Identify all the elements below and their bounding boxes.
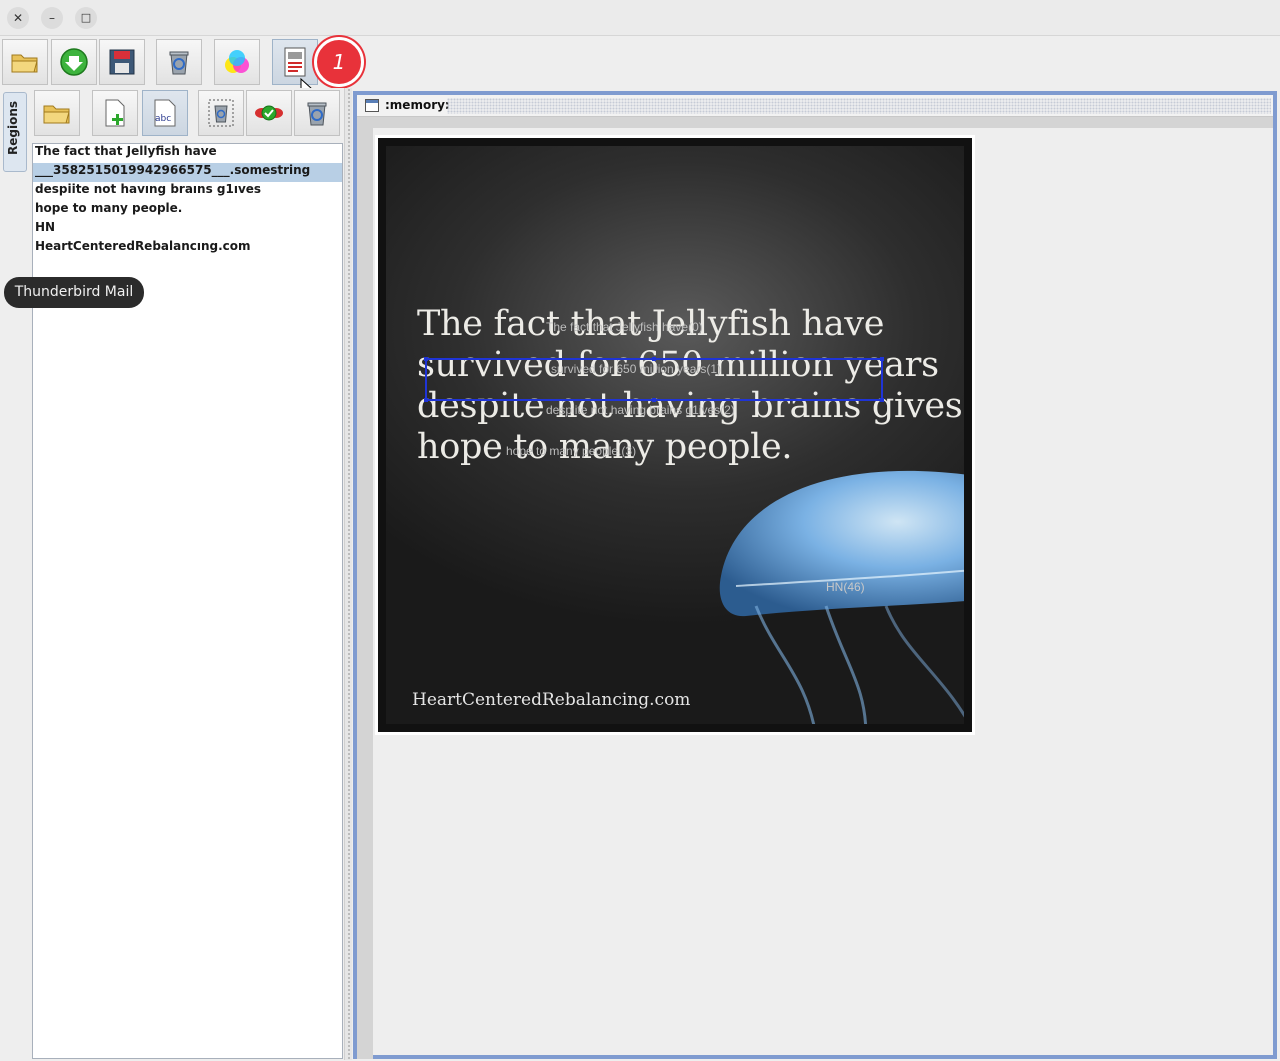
open-folder-icon bbox=[43, 105, 70, 124]
document-report-icon bbox=[284, 47, 306, 77]
document-title-bar: :memory: bbox=[357, 95, 1273, 117]
step-number: 1 bbox=[314, 37, 364, 87]
title-bar: ✕ – □ bbox=[0, 0, 1280, 36]
regions-open-button[interactable] bbox=[34, 90, 80, 136]
save-button[interactable] bbox=[99, 39, 145, 85]
clear-button[interactable] bbox=[156, 39, 202, 85]
regions-toolbar: abc bbox=[32, 88, 344, 140]
list-item[interactable]: HeartCenteredRebalancıng.com bbox=[33, 239, 342, 258]
window-icon bbox=[365, 99, 379, 112]
text-abc-icon: abc bbox=[154, 99, 176, 127]
recycle-icon bbox=[169, 51, 189, 75]
add-document-icon bbox=[105, 99, 125, 127]
download-icon bbox=[60, 48, 88, 76]
main-toolbar bbox=[0, 37, 1280, 87]
photo: The fact that Jellyfish have survived fo… bbox=[386, 146, 964, 724]
step-marker: 1 bbox=[312, 37, 366, 89]
list-item[interactable]: despiite not havıng braıns g1ıves bbox=[33, 182, 342, 201]
open-file-button[interactable] bbox=[2, 39, 48, 85]
tab-regions[interactable]: Regions bbox=[3, 92, 27, 172]
region-label-3: hope to many people.(3) bbox=[506, 444, 637, 458]
list-item[interactable]: HN bbox=[33, 220, 342, 239]
image-canvas[interactable]: The fact that Jellyfish have survived fo… bbox=[375, 135, 975, 735]
validate-icon bbox=[255, 105, 283, 121]
region-label-hn: HN(46) bbox=[826, 580, 865, 594]
close-window-button[interactable]: ✕ bbox=[7, 7, 29, 29]
region-label-0: The fact that Jellyfish have(0) bbox=[546, 320, 703, 334]
panel-splitter[interactable] bbox=[344, 88, 352, 1060]
ruler-vertical bbox=[357, 117, 373, 1059]
side-tab-bar: Regions bbox=[0, 90, 32, 1060]
delete-region-button[interactable] bbox=[294, 90, 340, 136]
add-region-button[interactable] bbox=[92, 90, 138, 136]
color-channels-icon bbox=[225, 50, 249, 73]
validate-button[interactable] bbox=[246, 90, 292, 136]
maximize-window-button[interactable]: □ bbox=[75, 7, 97, 29]
text-region-button[interactable]: abc bbox=[142, 90, 188, 136]
open-folder-icon bbox=[11, 54, 38, 73]
application-window: ✕ – □ 1 Regions abc The fact that Jellyf… bbox=[0, 0, 1280, 1061]
minimize-window-button[interactable]: – bbox=[41, 7, 63, 29]
region-label-2: despiite not having brains g1ives(2) bbox=[546, 403, 735, 417]
svg-text:abc: abc bbox=[155, 114, 171, 124]
selected-region-box[interactable] bbox=[424, 357, 884, 402]
tooltip: Thunderbird Mail bbox=[4, 277, 144, 308]
image-watermark: HeartCenteredRebalancing.com bbox=[412, 690, 691, 710]
document-title: :memory: bbox=[385, 98, 450, 112]
color-channels-button[interactable] bbox=[214, 39, 260, 85]
import-button[interactable] bbox=[51, 39, 97, 85]
regions-panel: abc The fact that Jellyfish have ___3582… bbox=[32, 88, 344, 1060]
tab-regions-label: Regions bbox=[6, 100, 20, 155]
list-item[interactable]: The fact that Jellyfish have bbox=[33, 144, 342, 163]
ruler-horizontal bbox=[357, 117, 1273, 128]
delete-recycle-icon bbox=[307, 102, 327, 126]
region-recycle-icon bbox=[208, 99, 234, 127]
region-clear-button[interactable] bbox=[198, 90, 244, 136]
list-item-selected[interactable]: ___3582515019942966575___.somestring bbox=[33, 163, 342, 182]
list-item[interactable]: hope to many people. bbox=[33, 201, 342, 220]
save-icon bbox=[109, 49, 135, 75]
